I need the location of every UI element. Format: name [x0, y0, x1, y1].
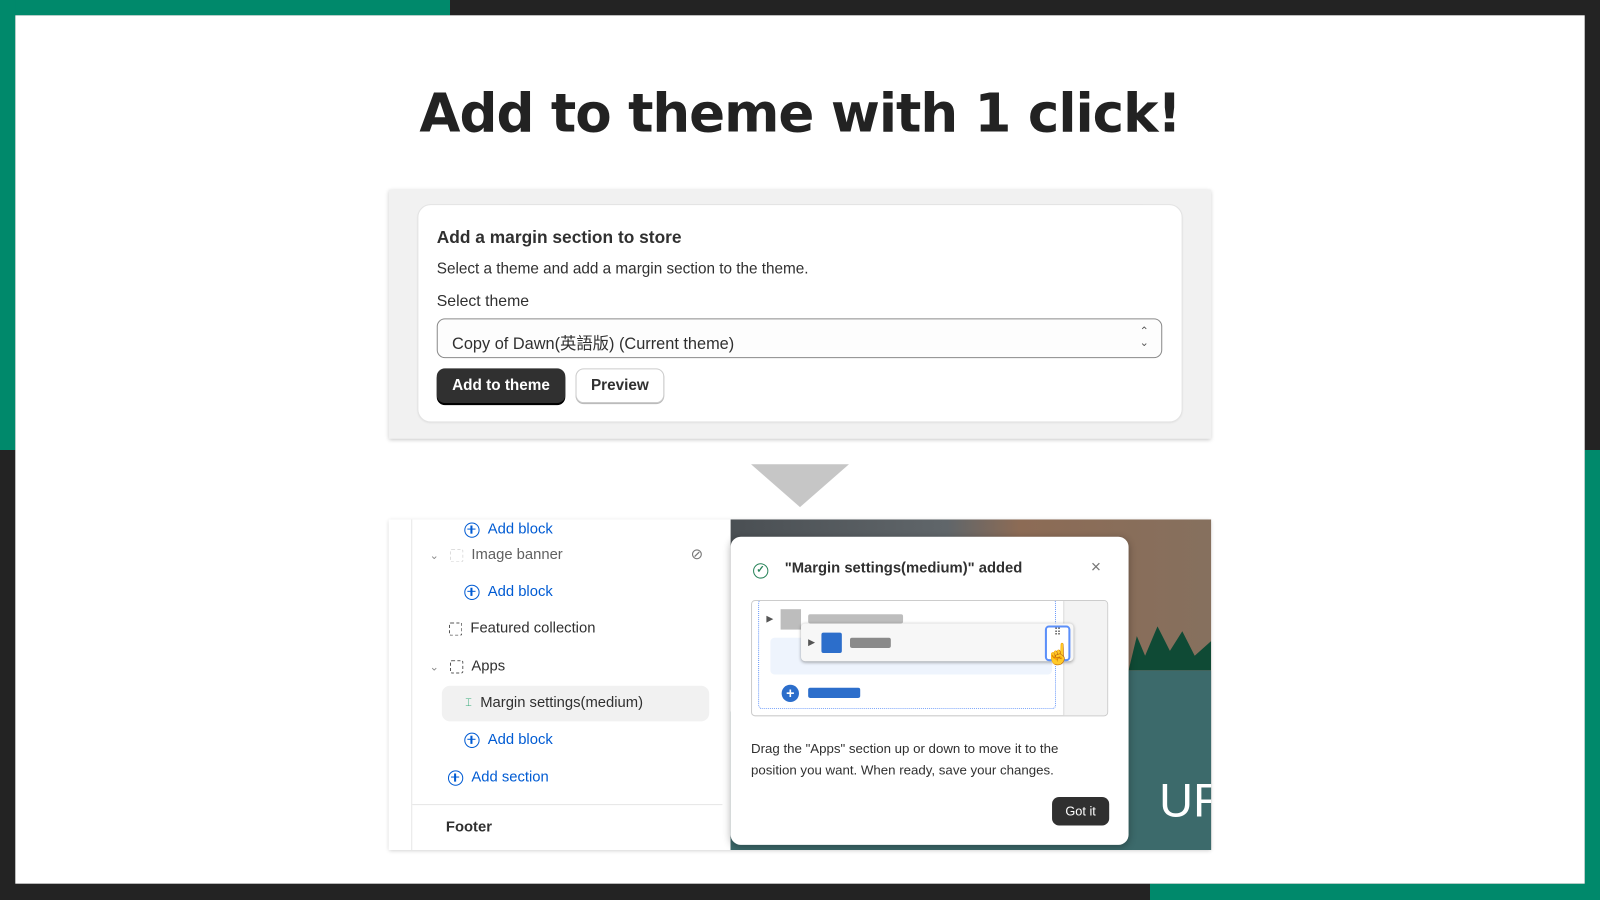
add-block-link[interactable]: Add block — [464, 521, 553, 538]
accent-bar — [0, 0, 451, 16]
down-arrow-icon — [751, 464, 849, 508]
slide: Add to theme with 1 click! Add a margin … — [0, 0, 1600, 900]
add-block-link[interactable]: Add block — [464, 583, 553, 601]
add-margin-card: Add a margin section to store Select a t… — [418, 205, 1182, 422]
plus-circle-icon — [447, 769, 464, 786]
divider — [411, 519, 413, 851]
drag-illustration: ▶ ▶ ⠿ ☝ + — [751, 600, 1109, 717]
eye-hidden-icon[interactable]: ⊘ — [691, 547, 703, 563]
section-label: Image banner — [471, 546, 563, 564]
check-circle-icon: ✓ — [753, 563, 769, 579]
add-section-label: Add section — [471, 769, 549, 786]
block-label: Margin settings(medium) — [480, 694, 644, 712]
block-margin-settings[interactable]: ⌶ Margin settings(medium) — [465, 695, 643, 711]
add-block-label: Add block — [487, 583, 553, 601]
section-icon — [450, 659, 464, 673]
select-label: Select theme — [436, 292, 530, 311]
sections-sidebar — [388, 519, 723, 851]
add-section-link[interactable]: Add section — [447, 769, 549, 786]
headline: Add to theme with 1 click! — [419, 83, 1181, 145]
chevron-updown-icon: ⌃ ⌄ — [1139, 325, 1149, 349]
add-block-label: Add block — [487, 731, 553, 748]
section-apps[interactable]: ⌄ Apps — [430, 658, 506, 674]
added-popover: ✓ "Margin settings(medium)" added × ▶ ▶ … — [730, 536, 1129, 845]
hand-cursor-icon: ☝ — [1045, 643, 1072, 667]
theme-select-value: Copy of Dawn(英語版) (Current theme) — [452, 335, 735, 354]
chevron-down-icon: ⌄ — [429, 660, 439, 673]
image-icon — [450, 548, 464, 562]
plus-circle-icon — [464, 732, 480, 748]
card-title: Add a margin section to store — [436, 227, 682, 247]
accent-bar — [0, 0, 16, 451]
close-icon[interactable]: × — [1091, 557, 1101, 577]
accent-bar — [1584, 450, 1600, 900]
card-description: Select a theme and add a margin section … — [436, 260, 809, 278]
section-label: Featured collection — [470, 620, 596, 637]
accent-bar — [1150, 883, 1600, 900]
footer-group[interactable]: Footer — [446, 819, 492, 835]
section-featured-collection[interactable]: Featured collection — [448, 620, 596, 637]
plus-circle-icon — [464, 521, 480, 538]
section-icon — [448, 621, 463, 636]
margin-icon: ⌶ — [465, 696, 473, 709]
add-block-label: Add block — [487, 521, 553, 538]
theme-select[interactable]: Copy of Dawn(英語版) (Current theme) ⌃ ⌄ — [436, 318, 1163, 359]
add-to-theme-button[interactable]: Add to theme — [436, 368, 566, 404]
plus-circle-icon — [464, 584, 480, 600]
chevron-down-icon: ⌄ — [429, 549, 439, 562]
theme-editor-screenshot: Add block ⌄ Image banner ⊘ Add block Featu… — [388, 519, 1212, 851]
section-label: Apps — [471, 658, 506, 675]
preview-button[interactable]: Preview — [575, 368, 665, 404]
popover-body: Drag the "Apps" section up or down to mo… — [751, 740, 1059, 778]
divider — [412, 804, 723, 806]
got-it-button[interactable]: Got it — [1052, 796, 1110, 826]
add-block-link[interactable]: Add block — [464, 731, 553, 748]
preview-heading: UR — [1159, 773, 1211, 827]
section-image-banner[interactable]: ⌄ Image banner ⊘ — [430, 547, 703, 563]
popover-title: "Margin settings(medium)" added — [784, 560, 1023, 577]
